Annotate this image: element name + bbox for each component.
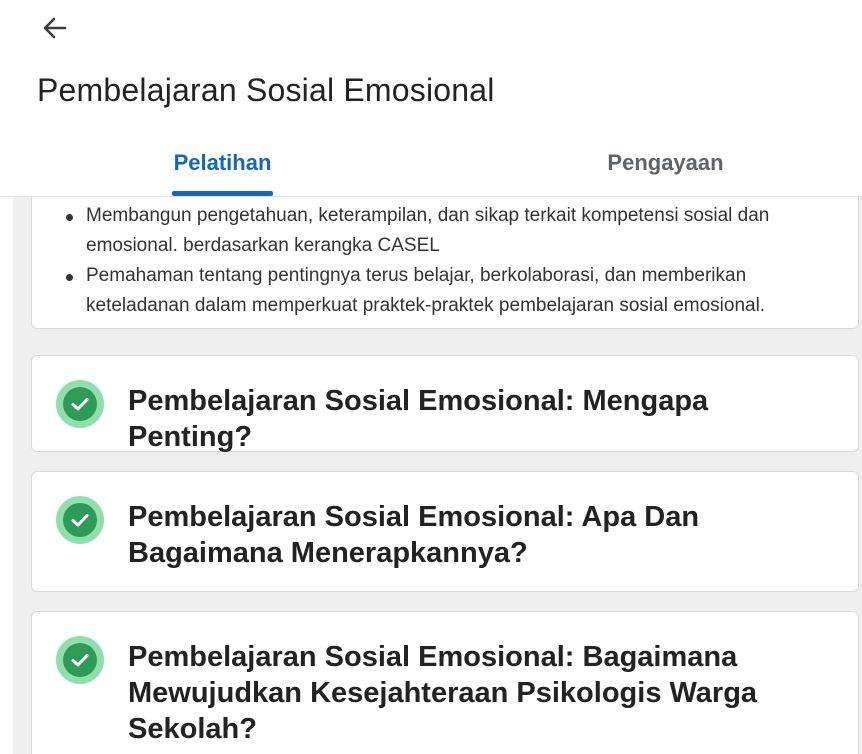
learning-goals-list: Membangun pengetahuan, keterampilan, dan…: [64, 201, 844, 321]
list-item: Membangun pengetahuan, keterampilan, dan…: [64, 201, 844, 261]
tab-pengayaan[interactable]: Pengayaan: [563, 140, 768, 197]
app-header: Pembelajaran Sosial Emosional Pelatihan …: [0, 0, 862, 197]
check-circle-icon: [56, 380, 104, 428]
tab-bar: Pelatihan Pengayaan: [0, 140, 862, 197]
module-title: Pembelajaran Sosial Emosional: Mengapa P…: [128, 385, 709, 453]
module-list-area[interactable]: Membangun pengetahuan, keterampilan, dan…: [0, 197, 862, 754]
check-circle-icon: [56, 636, 104, 684]
description-card: Membangun pengetahuan, keterampilan, dan…: [31, 197, 859, 329]
active-tab-indicator: [172, 191, 273, 196]
page-title: Pembelajaran Sosial Emosional: [37, 72, 495, 108]
back-button[interactable]: [30, 10, 80, 46]
module-card-1[interactable]: Pembelajaran Sosial Emosional: Mengapa P…: [31, 355, 859, 453]
left-rail: [0, 197, 13, 754]
arrow-left-icon: [43, 17, 67, 39]
tab-pelatihan[interactable]: Pelatihan: [120, 140, 325, 197]
module-title: Pembelajaran Sosial Emosional: Apa Dan B…: [128, 501, 700, 569]
check-circle-icon: [56, 496, 104, 544]
module-title: Pembelajaran Sosial Emosional: Bagaimana…: [128, 641, 758, 745]
module-card-3[interactable]: Pembelajaran Sosial Emosional: Bagaimana…: [31, 611, 859, 754]
module-card-2[interactable]: Pembelajaran Sosial Emosional: Apa Dan B…: [31, 471, 859, 592]
list-item: Pemahaman tentang pentingnya terus belaj…: [64, 261, 844, 321]
